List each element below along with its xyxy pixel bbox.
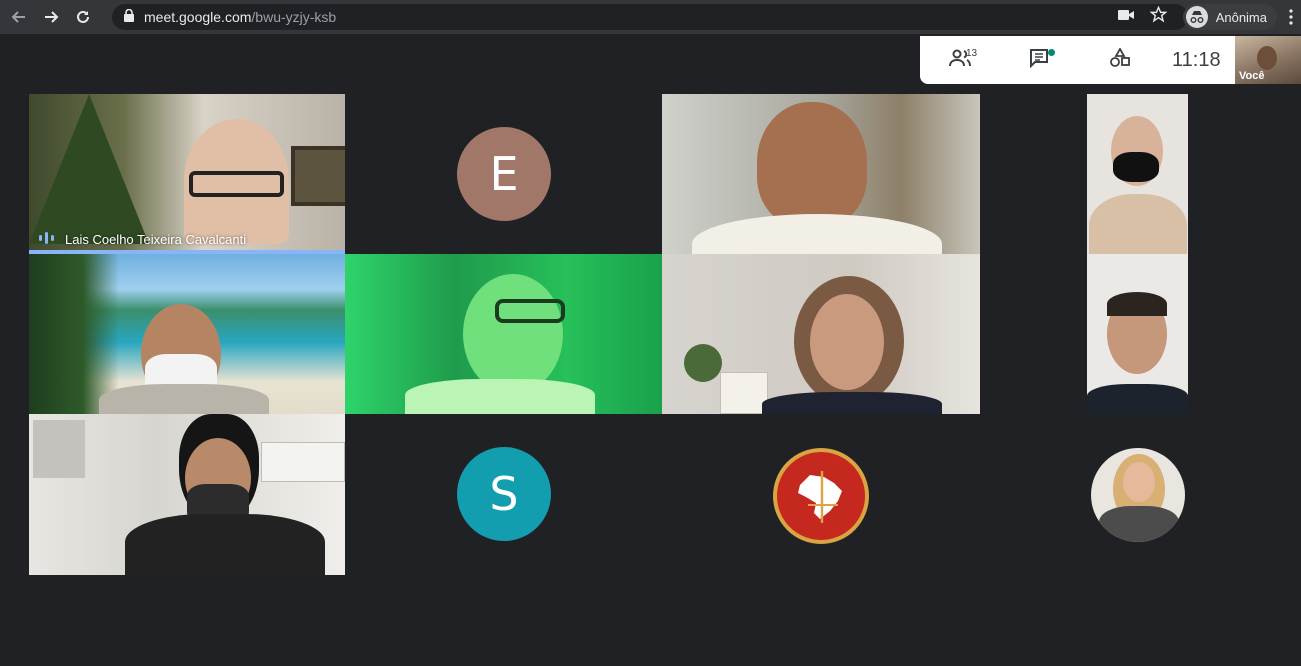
activities-button[interactable] — [1080, 36, 1160, 84]
participant-tile[interactable] — [662, 94, 980, 254]
shirt-image — [1087, 384, 1188, 414]
plant-image — [684, 344, 722, 382]
participant-tile[interactable]: Lais Coelho Teixeira Cavalcanti — [29, 94, 345, 254]
forward-icon[interactable] — [38, 4, 64, 30]
speaking-indicator-icon — [39, 231, 55, 248]
profile-label: Anônima — [1215, 9, 1267, 25]
participant-tile[interactable] — [980, 414, 1298, 575]
speaker-name: Lais Coelho Teixeira Cavalcanti — [65, 232, 247, 247]
chat-button[interactable] — [1000, 36, 1080, 84]
url-host: meet.google.com — [144, 9, 252, 25]
participant-tile[interactable] — [345, 254, 662, 414]
glasses-image — [189, 171, 284, 197]
participant-tile[interactable] — [662, 414, 980, 575]
incognito-profile-button[interactable]: Anônima — [1182, 4, 1277, 30]
self-view-label: Você — [1239, 70, 1265, 82]
palm-tree-image — [29, 254, 119, 414]
shirt-image — [405, 379, 595, 414]
back-icon[interactable] — [6, 4, 32, 30]
lock-icon — [124, 8, 134, 25]
more-vert-icon[interactable] — [1281, 9, 1301, 25]
participant-person — [463, 274, 563, 394]
printer-image — [33, 420, 85, 478]
self-view-person — [1257, 46, 1277, 70]
star-icon[interactable] — [1149, 5, 1168, 28]
participant-tile[interactable]: E — [345, 94, 662, 254]
christmas-tree-image — [29, 94, 149, 244]
participant-tile[interactable] — [1087, 254, 1188, 414]
incognito-icon — [1185, 6, 1208, 28]
chat-notification-dot — [1048, 49, 1055, 56]
shirt-image — [1089, 194, 1187, 254]
wall-picture-image — [291, 146, 345, 206]
activities-icon — [1109, 46, 1131, 73]
hair-image — [1107, 292, 1167, 316]
address-bar[interactable]: meet.google.com/bwu-yzjy-ksb — [112, 4, 1188, 30]
participant-avatar: S — [457, 447, 551, 541]
air-conditioner-image — [261, 442, 345, 482]
reload-icon[interactable] — [70, 4, 96, 30]
url-path: /bwu-yzjy-ksb — [251, 9, 337, 25]
shirt-image — [692, 214, 942, 254]
face-image — [1123, 462, 1155, 502]
organization-logo — [773, 448, 869, 544]
participants-button[interactable]: 13 — [920, 36, 1000, 84]
meeting-info-bar: 13 11:18 — [920, 36, 1235, 84]
brazil-map-scales-icon — [798, 471, 842, 523]
shirt-image — [762, 392, 942, 414]
shirt-image — [1099, 506, 1179, 542]
self-view-tile[interactable]: Você — [1235, 36, 1301, 84]
participant-name-label: Lais Coelho Teixeira Cavalcanti — [39, 231, 246, 248]
participant-tile[interactable] — [662, 254, 980, 414]
shirt-image — [125, 514, 325, 575]
participant-avatar — [1091, 448, 1185, 542]
notebook-image — [720, 372, 768, 414]
meeting-clock: 11:18 — [1172, 48, 1221, 71]
face-image — [810, 294, 884, 390]
camera-icon[interactable] — [1117, 8, 1134, 26]
participant-person — [757, 102, 867, 227]
shirt-image — [99, 384, 269, 414]
participant-tile[interactable]: S — [345, 414, 662, 575]
glasses-image — [495, 299, 565, 323]
mask-image — [1113, 152, 1159, 182]
participants-count: 13 — [966, 48, 978, 59]
participant-avatar: E — [457, 127, 551, 221]
participant-tile[interactable] — [1087, 94, 1188, 254]
toolbar-right: Anônima — [1117, 0, 1301, 34]
participant-tile[interactable] — [29, 414, 345, 575]
participant-tile[interactable] — [29, 254, 345, 414]
